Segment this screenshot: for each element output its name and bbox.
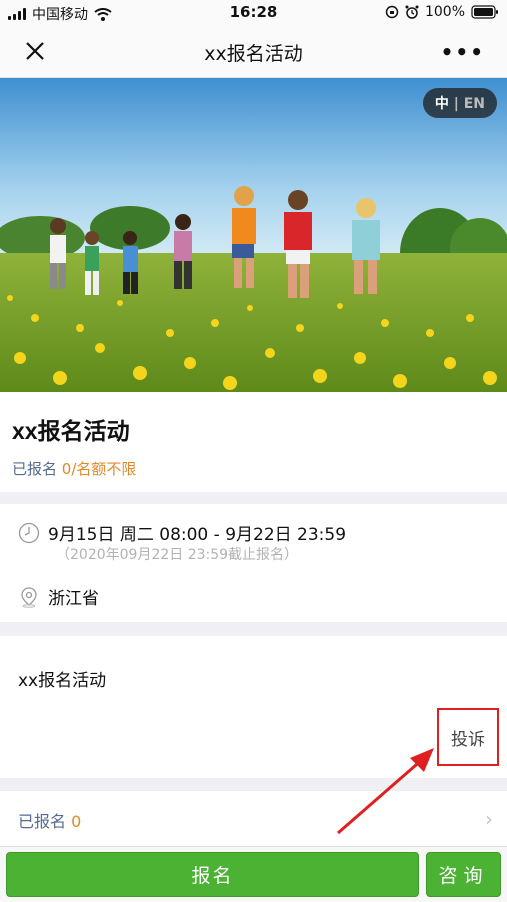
registration-summary: 已报名 0/名额不限 [12, 458, 136, 479]
registered-list-row[interactable]: 已报名 0 › [0, 790, 507, 846]
activity-description: xx报名活动 [18, 671, 107, 691]
activity-title: xx报名活动 [12, 418, 130, 444]
language-toggle[interactable]: 中 | EN [422, 88, 497, 118]
description-card: xx报名活动 [0, 636, 507, 778]
status-bar: 中国移动 16:28 100% [0, 0, 507, 26]
kids-running-meadow-image [0, 78, 507, 392]
lang-separator: | [453, 96, 459, 112]
banner-image: 中 | EN [0, 78, 507, 392]
signup-deadline: （2020年09月22日 23:59截止报名） [56, 547, 299, 563]
lang-en-option[interactable]: EN [464, 96, 485, 112]
lang-cn-option[interactable]: 中 [435, 96, 449, 112]
registered-list-label: 已报名 0 [18, 808, 81, 832]
nav-bar: xx报名活动 ••• [0, 26, 507, 78]
battery-percent: 100% [424, 4, 465, 20]
quota-text: /名额不限 [71, 460, 137, 478]
complain-button[interactable]: 投诉 [437, 708, 499, 766]
clock-icon [18, 522, 40, 543]
activity-info-card: 9月15日 周二 08:00 - 9月22日 23:59 （2020年09月22… [0, 504, 507, 622]
location-row[interactable]: 浙江省 [18, 584, 99, 609]
battery-icon [471, 5, 498, 19]
more-menu-icon[interactable]: ••• [441, 40, 485, 64]
location-pin-icon [21, 586, 37, 608]
consult-button[interactable]: 咨询 [426, 852, 501, 897]
registered-count: 0 [61, 460, 72, 478]
registered-list-prefix: 已报名 [18, 812, 67, 831]
page-title: xx报名活动 [204, 43, 303, 65]
rotation-lock-icon [385, 5, 399, 19]
bottom-action-bar: 报名 咨询 [0, 846, 507, 902]
location-text: 浙江省 [48, 589, 99, 609]
alarm-icon [405, 5, 419, 19]
chevron-right-icon: › [485, 807, 493, 831]
signup-button[interactable]: 报名 [6, 852, 419, 897]
activity-title-card: xx报名活动 已报名 0/名额不限 [0, 392, 507, 492]
activity-datetime: 9月15日 周二 08:00 - 9月22日 23:59 [48, 525, 347, 545]
registered-prefix: 已报名 [12, 460, 58, 478]
registered-list-count: 0 [71, 812, 82, 831]
